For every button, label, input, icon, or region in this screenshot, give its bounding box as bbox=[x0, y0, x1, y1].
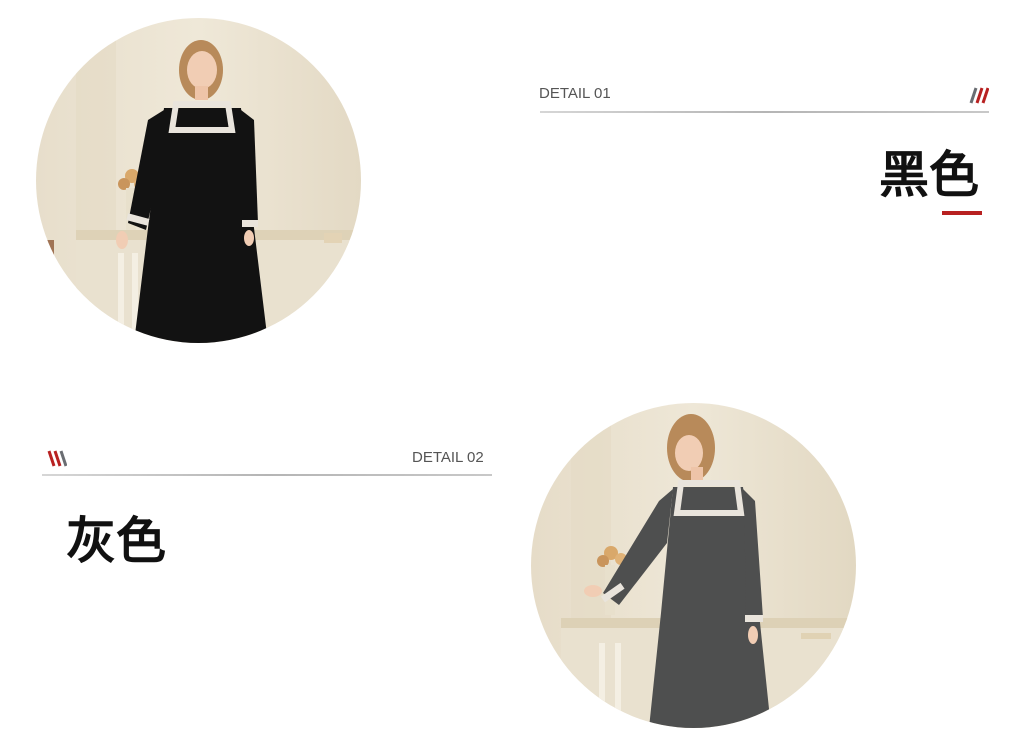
detail-01-label: DETAIL 01 bbox=[539, 85, 611, 102]
triple-slash-icon bbox=[47, 450, 67, 467]
product-photo-gray bbox=[531, 403, 856, 728]
product-photo-black bbox=[36, 18, 361, 343]
section-1-divider bbox=[540, 111, 989, 113]
color-title-black: 黑色 bbox=[879, 146, 979, 204]
color-title-gray: 灰色 bbox=[66, 512, 166, 570]
triple-slash-icon bbox=[969, 87, 989, 104]
section-2-divider bbox=[42, 474, 492, 476]
title-accent-bar bbox=[942, 211, 982, 215]
nightgown-black-image bbox=[36, 18, 361, 343]
detail-02-label: DETAIL 02 bbox=[412, 449, 484, 466]
nightgown-gray-image bbox=[531, 403, 856, 728]
